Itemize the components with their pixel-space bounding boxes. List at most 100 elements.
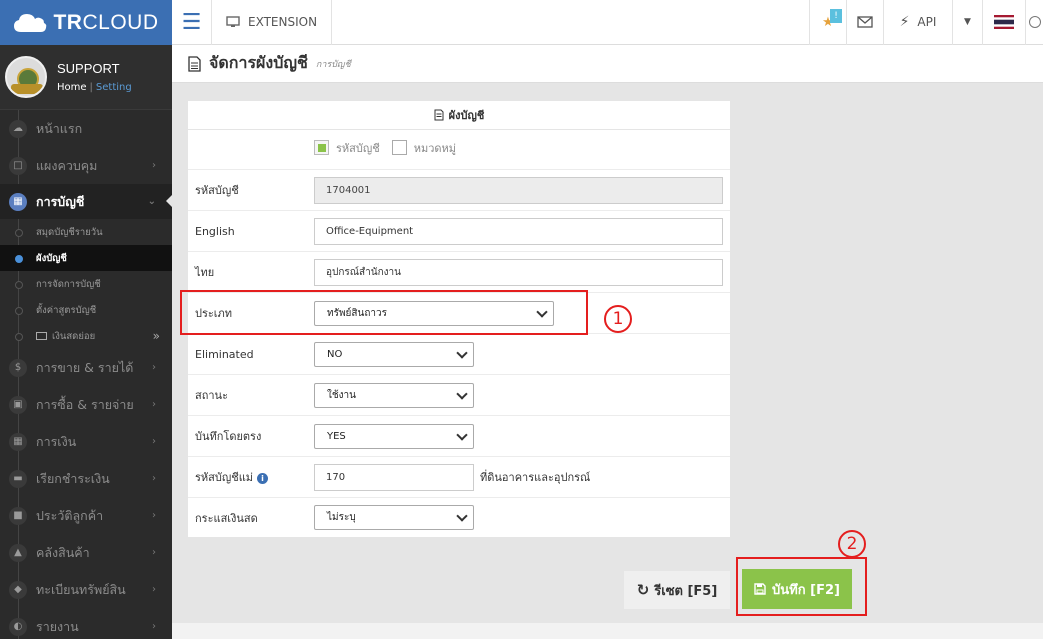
sidebar-item-sales[interactable]: $ การขาย & รายได้ ›	[0, 349, 172, 386]
parent-account-row: รหัสบัญชีแม่ i 170 ที่ดินอาคารและอุปกรณ์	[188, 456, 730, 497]
sidebar-subitem-journal[interactable]: สมุดบัญชีรายวัน	[0, 219, 172, 245]
cloud-icon: ☁	[9, 119, 27, 138]
api-button[interactable]: ⚡ API	[883, 0, 952, 45]
cashflow-label: กระแสเงินสด	[195, 511, 258, 525]
help-button[interactable]	[1025, 0, 1043, 45]
reset-button[interactable]: ↻ รีเซต [F5]	[624, 571, 730, 609]
chevron-down-icon: ⌄	[147, 196, 156, 207]
english-row: English Office-Equipment	[188, 210, 730, 251]
notification-badge: !	[830, 8, 842, 23]
extension-button[interactable]: EXTENSION	[212, 0, 333, 45]
document-icon	[188, 55, 201, 72]
status-label: สถานะ	[195, 389, 228, 402]
sidebar-item-customers[interactable]: ■ ประวัติลูกค้า ›	[0, 497, 172, 534]
book-icon: ▦	[9, 192, 27, 211]
sidebar-nav: ☁ หน้าแรก □ แผงควบคุม › ▦ การบัญชี ⌄ สมุ…	[0, 110, 172, 639]
account-code-checkbox[interactable]: รหัสบัญชี	[314, 139, 380, 157]
sidebar-item-finance[interactable]: ▦ การเงิน ›	[0, 423, 172, 460]
diamond-icon: ◆	[9, 580, 27, 599]
sidebar-item-assets[interactable]: ◆ ทะเบียนทรัพย์สิน ›	[0, 571, 172, 608]
sidebar-item-label: การซื้อ & รายจ่าย	[36, 396, 134, 412]
chevron-down-icon	[456, 510, 468, 522]
chevron-right-icon: ›	[152, 436, 156, 447]
sidebar-subitem-account-formula[interactable]: ตั้งค่าสูตรบัญชี	[0, 297, 172, 323]
menu-toggle-icon[interactable]: ☰	[172, 0, 212, 45]
sidebar-subitem-petty-cash[interactable]: เงินสดย่อย »	[0, 323, 172, 349]
english-label: English	[195, 224, 235, 238]
link-separator: |	[89, 82, 93, 93]
sidebar-item-label: เรียกชำระเงิน	[36, 470, 110, 486]
cloud-logo-icon	[13, 12, 47, 34]
user-profile: SUPPORT Home | Setting	[0, 45, 172, 110]
english-name-input[interactable]: Office-Equipment	[314, 217, 723, 245]
checkbox-row: รหัสบัญชี หมวดหมู่	[188, 130, 730, 165]
direct-entry-select[interactable]: YES	[314, 423, 474, 449]
sidebar-item-purchases[interactable]: ▣ การซื้อ & รายจ่าย ›	[0, 386, 172, 423]
calendar-icon: ▦	[9, 432, 27, 451]
monitor-icon	[226, 16, 240, 27]
setting-link[interactable]: Setting	[96, 82, 132, 93]
annotation-box-1	[180, 290, 588, 335]
cashflow-select[interactable]: ไม่ระบุ	[314, 505, 474, 530]
home-link[interactable]: Home	[57, 82, 87, 93]
page-subtitle: การบัญชี	[315, 59, 351, 70]
monitor-icon: □	[9, 156, 27, 175]
account-code-label: รหัสบัญชี	[195, 184, 239, 197]
thai-name-input[interactable]: อุปกรณ์สำนักงาน	[314, 258, 723, 286]
parent-account-input[interactable]: 170	[314, 463, 474, 491]
sidebar-item-label: หน้าแรก	[36, 120, 83, 136]
brand-name: TRCLOUD	[53, 10, 159, 34]
page-title: จัดการผังบัญชี	[209, 53, 308, 72]
sidebar-item-label: การบัญชี	[36, 193, 85, 209]
status-select[interactable]: ใช้งาน	[314, 382, 474, 408]
avatar[interactable]	[5, 56, 47, 98]
account-code-field[interactable]: 1704001	[314, 176, 723, 204]
contact-icon: ■	[9, 506, 27, 525]
extension-label: EXTENSION	[248, 15, 318, 29]
sidebar-item-reports[interactable]: ◐ รายงาน ›	[0, 608, 172, 639]
notification-button[interactable]: ★ !	[809, 0, 846, 45]
chevron-right-icon: ›	[152, 547, 156, 558]
id-card-icon	[36, 332, 47, 340]
chevron-down-icon	[456, 346, 468, 359]
sidebar-item-home[interactable]: ☁ หน้าแรก	[0, 110, 172, 147]
sidebar-item-inventory[interactable]: ▲ คลังสินค้า ›	[0, 534, 172, 571]
language-button[interactable]	[982, 0, 1025, 45]
refresh-icon: ↻	[636, 581, 650, 599]
document-icon	[434, 109, 444, 121]
thai-flag-icon	[994, 15, 1014, 29]
chevron-right-icon: ›	[152, 399, 156, 410]
thai-row: ไทย อุปกรณ์สำนักงาน	[188, 251, 730, 292]
annotation-number-1: 1	[604, 305, 632, 333]
eliminated-select[interactable]: NO	[314, 341, 474, 367]
category-checkbox[interactable]: หมวดหมู่	[391, 139, 456, 157]
sidebar-subitem-chart-of-accounts[interactable]: ผังบัญชี	[0, 245, 172, 271]
footer-band	[172, 623, 1043, 639]
sidebar-item-dashboard[interactable]: □ แผงควบคุม ›	[0, 147, 172, 184]
sidebar-item-billing[interactable]: ▬ เรียกชำระเงิน ›	[0, 460, 172, 497]
annotation-number-2: 2	[838, 530, 866, 558]
save-button[interactable]: บันทึก [F2]	[742, 569, 852, 609]
info-icon[interactable]: i	[257, 473, 269, 484]
mail-button[interactable]	[846, 0, 883, 45]
chevron-down-icon	[456, 428, 468, 441]
checkbox-unchecked[interactable]	[391, 140, 407, 155]
chevron-right-icon: ›	[152, 160, 156, 171]
sidebar-subitem-account-management[interactable]: การจัดการบัญชี	[0, 271, 172, 297]
chevron-right-icon: ›	[152, 584, 156, 595]
chevron-right-icon: ›	[152, 510, 156, 521]
sidebar-item-accounting[interactable]: ▦ การบัญชี ⌄	[0, 184, 172, 219]
checkbox-checked[interactable]	[314, 140, 329, 155]
boxes-icon: ▲	[9, 543, 27, 562]
chevron-right-icon: ›	[152, 621, 156, 632]
double-chevron-icon: »	[152, 329, 160, 343]
sidebar-item-label: รายงาน	[36, 618, 79, 634]
sidebar-item-label: แผงควบคุม	[36, 157, 98, 173]
brand-logo[interactable]: TRCLOUD	[0, 0, 172, 45]
dollar-icon: $	[9, 358, 27, 377]
direct-entry-row: บันทึกโดยตรง YES	[188, 415, 730, 456]
dropdown-button[interactable]: ▼	[952, 0, 982, 45]
cart-icon: ▣	[9, 395, 27, 414]
sidebar: SUPPORT Home | Setting ☁ หน้าแรก □ แผงควบค…	[0, 45, 172, 639]
page-header: จัดการผังบัญชี การบัญชี	[172, 45, 1043, 83]
